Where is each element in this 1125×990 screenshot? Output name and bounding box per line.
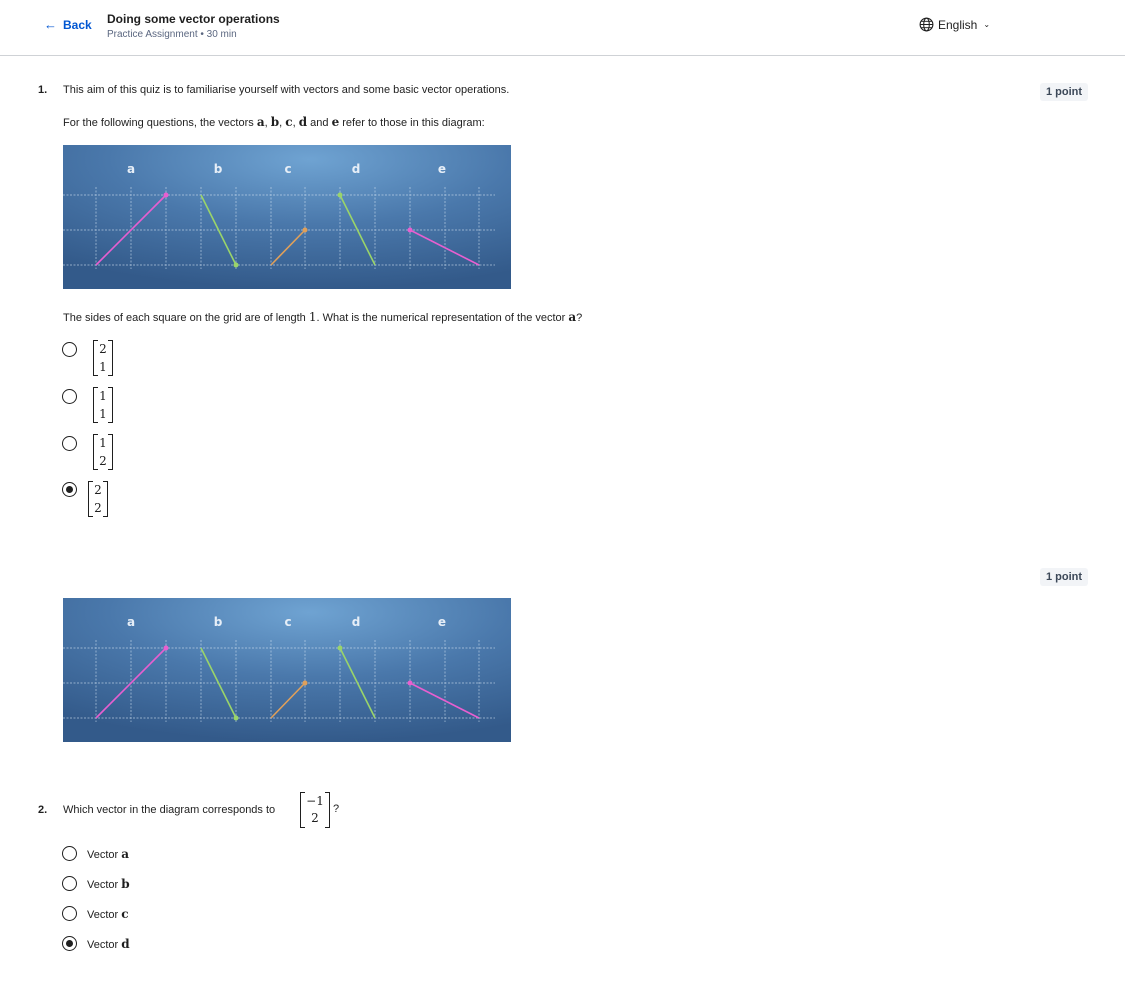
diagram-label-e: e (438, 615, 446, 629)
q1-option-4-matrix[interactable]: 2 2 (88, 480, 108, 518)
q2-option-a-radio[interactable] (62, 846, 77, 861)
option-prefix: Vector (87, 879, 119, 891)
top-bar: ← Back Doing some vector operations Prac… (0, 0, 1125, 56)
vec-d-label: d (298, 115, 308, 129)
q1-option-1-radio[interactable] (62, 342, 77, 357)
q2-option-d-label[interactable]: Vector d (87, 937, 130, 951)
question-2-points: 1 point (1040, 568, 1089, 586)
chevron-down-icon: ⌄ (983, 20, 991, 29)
arrow-left-icon: ← (44, 17, 57, 32)
question-1-text-post: . What is the numerical representation o… (316, 312, 566, 324)
matrix-top-value: 2 (99, 342, 107, 356)
assignment-title: Doing some vector operations (107, 12, 280, 26)
vector-e-head (407, 227, 413, 233)
q2-option-b-radio[interactable] (62, 876, 77, 891)
assignment-titles: Doing some vector operations Practice As… (107, 12, 280, 43)
globe-icon (919, 17, 934, 32)
q2-option-a-label[interactable]: Vector a (87, 847, 129, 861)
q1-option-3-radio[interactable] (62, 436, 77, 451)
back-button[interactable]: ← Back (44, 17, 92, 33)
question-1-points: 1 point (1040, 83, 1089, 101)
matrix-top-value: 1 (99, 389, 107, 403)
and-word: and (310, 117, 329, 129)
matrix-top-value: −1 (306, 794, 324, 808)
matrix-bottom-value: 1 (99, 407, 107, 421)
matrix-bottom-value: 2 (311, 811, 319, 825)
language-label: English (938, 17, 978, 32)
comma: , (292, 117, 296, 129)
question-1-number: 1. (38, 84, 48, 96)
matrix-bottom-value: 2 (99, 454, 107, 468)
vec-b-label: b (270, 115, 280, 129)
vector-b-head (233, 262, 239, 268)
option-vector: c (121, 907, 129, 921)
diagram-label-a: a (127, 615, 135, 629)
language-selector[interactable]: English ⌄ (919, 17, 990, 32)
vector-diagram-1: a b c d e (63, 145, 511, 289)
diagram-label-b: b (214, 615, 223, 629)
matrix-top-value: 2 (94, 483, 102, 497)
question-1-vector: a (568, 310, 577, 324)
diagram-intro-text: For the following questions, the vectors… (63, 115, 485, 129)
question-2-number: 2. (38, 804, 48, 816)
vector-diagram-2: a b c d e (63, 598, 511, 742)
option-prefix: Vector (87, 909, 119, 921)
vector-a-head (163, 192, 169, 198)
question-2-matrix: −1 2 (300, 792, 330, 828)
vec-a-label: a (256, 115, 265, 129)
option-vector: b (121, 877, 130, 891)
diagram-label-d: d (352, 162, 361, 176)
diagram-label-d: d (352, 615, 361, 629)
assignment-subtitle: Practice Assignment • 30 min (107, 29, 237, 40)
option-prefix: Vector (87, 939, 119, 951)
matrix-bottom-value: 2 (94, 501, 102, 515)
diagram-label-b: b (214, 162, 223, 176)
diagram-label-c: c (284, 615, 291, 629)
question-1-text-pre: The sides of each square on the grid are… (63, 312, 306, 324)
diagram-intro-post: refer to those in this diagram: (342, 117, 485, 129)
q2-option-c-radio[interactable] (62, 906, 77, 921)
option-vector: a (121, 847, 130, 861)
question-2-text: Which vector in the diagram corresponds … (63, 804, 276, 816)
question-2-qmark: ? (333, 803, 340, 815)
q2-option-c-label[interactable]: Vector c (87, 907, 129, 921)
comma: , (264, 117, 268, 129)
q1-option-4-radio[interactable] (62, 482, 77, 497)
vec-e-label: e (331, 115, 340, 129)
q2-option-d-radio[interactable] (62, 936, 77, 951)
q1-option-2-radio[interactable] (62, 389, 77, 404)
vector-d-head (337, 645, 343, 651)
vector-c-head (302, 680, 308, 686)
q2-option-b-label[interactable]: Vector b (87, 877, 130, 891)
vector-c-head (302, 227, 308, 233)
question-1-intro: This aim of this quiz is to familiarise … (63, 84, 510, 96)
back-label: Back (63, 18, 92, 32)
vector-b-head (233, 715, 239, 721)
option-vector: d (121, 937, 130, 951)
matrix-top-value: 1 (99, 436, 107, 450)
vector-a-head (163, 645, 169, 651)
question-1-text: The sides of each square on the grid are… (63, 310, 582, 324)
diagram-label-c: c (284, 162, 291, 176)
diagram-label-a: a (127, 162, 135, 176)
diagram-intro-pre: For the following questions, the vectors (63, 117, 254, 129)
question-mark: ? (576, 312, 583, 324)
diagram-label-e: e (438, 162, 446, 176)
q1-option-1-matrix[interactable]: 2 1 (93, 339, 113, 377)
vector-e-head (407, 680, 413, 686)
comma: , (279, 117, 283, 129)
q1-option-2-matrix[interactable]: 1 1 (93, 386, 113, 424)
matrix-bottom-value: 1 (99, 360, 107, 374)
option-prefix: Vector (87, 849, 119, 861)
vector-d-head (337, 192, 343, 198)
q1-option-3-matrix[interactable]: 1 2 (93, 433, 113, 471)
vec-c-label: c (285, 115, 293, 129)
